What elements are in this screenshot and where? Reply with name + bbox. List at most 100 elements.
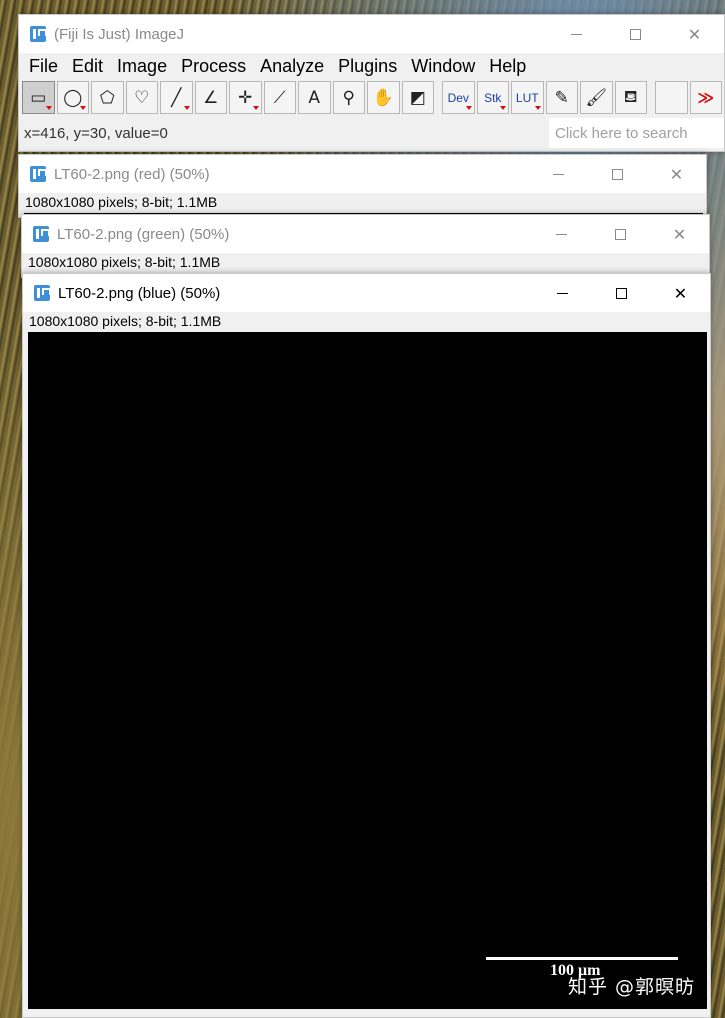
dropdown-indicator-icon	[252, 106, 259, 110]
red-titlebar[interactable]: LT60-2.png (red) (50%) ✕	[19, 155, 706, 193]
minimize-button[interactable]	[547, 15, 606, 53]
flood-fill-icon: ⛾	[623, 86, 638, 107]
imagej-app-icon	[33, 226, 50, 242]
menu-edit[interactable]: Edit	[65, 56, 110, 77]
dev-tool[interactable]: Dev	[442, 81, 475, 114]
maximize-icon	[615, 228, 626, 240]
close-button[interactable]: ✕	[651, 274, 710, 312]
pencil-icon: ✎	[554, 87, 569, 108]
close-button[interactable]: ✕	[650, 215, 709, 253]
point-tool[interactable]: ✛	[229, 81, 262, 114]
minimize-button[interactable]	[532, 215, 591, 253]
brush-icon: 🖌	[585, 87, 608, 108]
rectangle-icon: ▭	[30, 87, 47, 108]
line-icon: ╱	[171, 87, 182, 108]
watermark: 知乎 @郭暝昉	[568, 976, 696, 998]
imagej-app-icon	[30, 26, 47, 42]
dropdown-indicator-icon	[465, 106, 472, 110]
point-icon: ✛	[238, 87, 253, 108]
close-button[interactable]: ✕	[665, 15, 724, 53]
menu-process[interactable]: Process	[174, 56, 253, 77]
image-window-red[interactable]: LT60-2.png (red) (50%) ✕ 1080x1080 pixel…	[18, 154, 707, 219]
angle-icon: ∠	[203, 87, 219, 108]
text-icon: A	[308, 87, 321, 108]
double-chevron-right-icon: ≫	[697, 88, 715, 107]
blue-image-info: 1080x1080 pixels; 8-bit; 1.1MB	[23, 312, 710, 332]
menu-help[interactable]: Help	[482, 56, 533, 77]
close-icon: ✕	[687, 24, 702, 44]
search-input[interactable]	[549, 118, 724, 148]
text-tool[interactable]: A	[298, 81, 331, 114]
green-titlebar[interactable]: LT60-2.png (green) (50%) ✕	[22, 215, 709, 253]
stk-tool[interactable]: Stk	[476, 81, 509, 114]
lut-tool[interactable]: LUT	[511, 81, 544, 114]
wand-tool[interactable]: ⟋	[263, 81, 296, 114]
imagej-main-window: (Fiji Is Just) ImageJ ✕ File Edit Image …	[18, 14, 725, 152]
maximize-icon	[630, 28, 641, 40]
maximize-icon	[616, 287, 627, 299]
empty-tool-slot[interactable]	[655, 81, 688, 114]
magnifier-icon: ⚲	[342, 87, 355, 108]
close-button[interactable]: ✕	[647, 155, 706, 193]
image-window-green[interactable]: LT60-2.png (green) (50%) ✕ 1080x1080 pix…	[21, 214, 710, 278]
blue-titlebar[interactable]: LT60-2.png (blue) (50%) ✕	[23, 274, 710, 312]
freehand-tool[interactable]: ♡	[125, 81, 158, 114]
red-image-info: 1080x1080 pixels; 8-bit; 1.1MB	[19, 193, 706, 213]
rectangle-tool[interactable]: ▭	[22, 81, 55, 114]
line-tool[interactable]: ╱	[160, 81, 193, 114]
minimize-icon	[571, 33, 582, 35]
polygon-tool[interactable]: ⬠	[91, 81, 124, 114]
maximize-icon	[612, 168, 623, 180]
magnifier-tool[interactable]: ⚲	[332, 81, 365, 114]
main-titlebar[interactable]: (Fiji Is Just) ImageJ ✕	[19, 15, 724, 53]
menu-file[interactable]: File	[22, 56, 65, 77]
maximize-button[interactable]	[591, 215, 650, 253]
status-readout: x=416, y=30, value=0	[24, 124, 168, 142]
angle-tool[interactable]: ∠	[194, 81, 227, 114]
more-tools-button[interactable]: ≫	[689, 81, 722, 114]
pencil-tool[interactable]: ✎	[545, 81, 578, 114]
menu-image[interactable]: Image	[110, 56, 174, 77]
scale-bar	[486, 957, 678, 960]
imagej-app-icon	[34, 285, 51, 301]
green-window-title: LT60-2.png (green) (50%)	[57, 225, 230, 243]
color-picker-icon: ◩	[409, 87, 426, 108]
main-window-title: (Fiji Is Just) ImageJ	[54, 25, 185, 43]
close-icon: ✕	[672, 224, 687, 244]
flood-fill-tool[interactable]: ⛾	[614, 81, 647, 114]
image-window-blue[interactable]: LT60-2.png (blue) (50%) ✕ 1080x1080 pixe…	[22, 273, 711, 1018]
menu-analyze[interactable]: Analyze	[253, 56, 331, 77]
maximize-button[interactable]	[606, 15, 665, 53]
toolbar: ▭ ◯ ⬠ ♡ ╱ ∠ ✛ ⟋ A ⚲ ✋ ◩ Dev Stk LUT ✎ 🖌 ⛾ ≫	[19, 79, 724, 116]
menu-bar: File Edit Image Process Analyze Plugins …	[19, 53, 724, 79]
brush-tool[interactable]: 🖌	[580, 81, 613, 114]
dev-icon: Dev	[447, 90, 469, 105]
dropdown-indicator-icon	[500, 106, 506, 110]
polygon-icon: ⬠	[99, 87, 115, 108]
minimize-button[interactable]	[533, 274, 592, 312]
hand-tool[interactable]: ✋	[367, 81, 400, 114]
lut-icon: LUT	[515, 90, 539, 105]
stk-icon: Stk	[484, 90, 502, 105]
red-window-title: LT60-2.png (red) (50%)	[54, 165, 210, 183]
status-row: x=416, y=30, value=0	[19, 116, 724, 150]
minimize-icon	[553, 173, 564, 175]
minimize-icon	[557, 292, 568, 294]
imagej-app-icon	[30, 166, 47, 182]
menu-window[interactable]: Window	[404, 56, 482, 77]
green-image-info: 1080x1080 pixels; 8-bit; 1.1MB	[22, 253, 709, 273]
menu-plugins[interactable]: Plugins	[331, 56, 404, 77]
oval-tool[interactable]: ◯	[56, 81, 89, 114]
minimize-button[interactable]	[529, 155, 588, 193]
color-picker-tool[interactable]: ◩	[401, 81, 434, 114]
hand-icon: ✋	[372, 87, 394, 108]
dropdown-indicator-icon	[45, 106, 52, 110]
dropdown-indicator-icon	[534, 106, 541, 110]
minimize-icon	[556, 233, 567, 235]
close-icon: ✕	[669, 164, 684, 184]
dropdown-indicator-icon	[183, 106, 190, 110]
maximize-button[interactable]	[592, 274, 651, 312]
blue-image-canvas[interactable]: 100 μm	[28, 332, 707, 1009]
freehand-icon: ♡	[134, 87, 150, 108]
maximize-button[interactable]	[588, 155, 647, 193]
